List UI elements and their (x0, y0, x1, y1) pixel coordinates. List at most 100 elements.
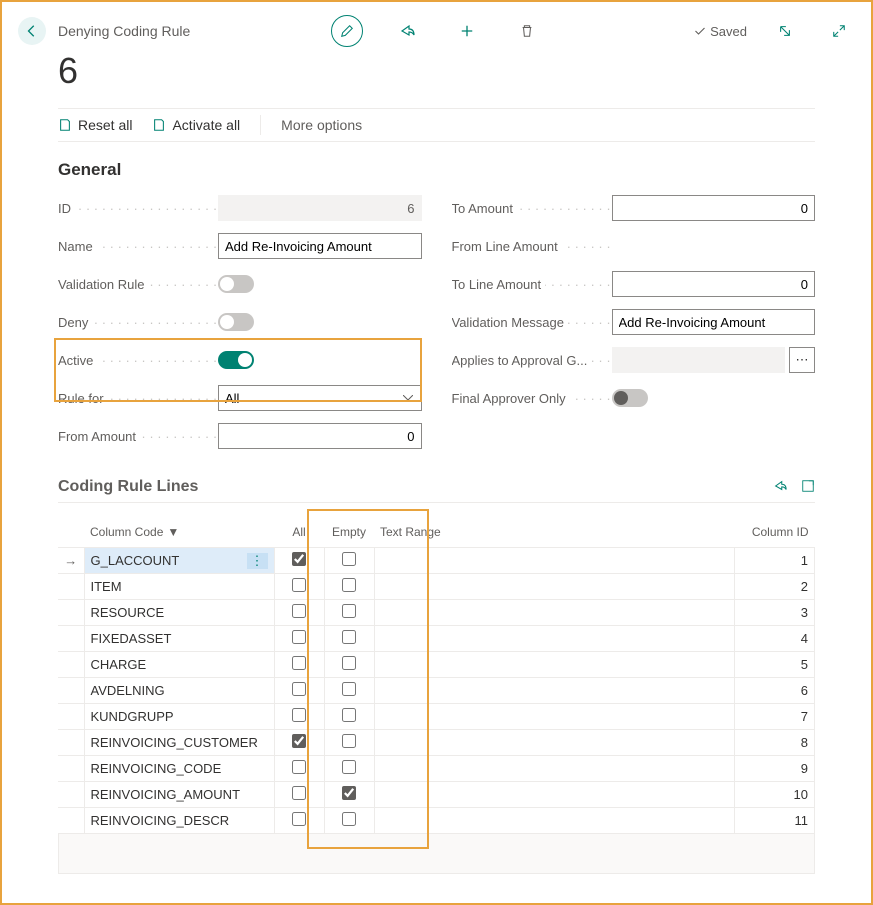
lines-share-button[interactable] (773, 479, 787, 496)
cell-empty[interactable] (324, 600, 374, 626)
empty-checkbox[interactable] (342, 656, 356, 670)
lines-expand-button[interactable] (801, 479, 815, 496)
cell-code[interactable]: REINVOICING_CODE (84, 756, 274, 782)
cell-empty[interactable] (324, 652, 374, 678)
cell-empty[interactable] (324, 730, 374, 756)
table-row[interactable]: FIXEDASSET4 (58, 626, 815, 652)
table-row[interactable]: REINVOICING_DESCR11 (58, 808, 815, 834)
deny-toggle[interactable] (218, 313, 254, 331)
cell-range[interactable] (374, 626, 735, 652)
delete-button[interactable] (511, 15, 543, 47)
all-checkbox[interactable] (292, 656, 306, 670)
final-approver-toggle[interactable] (612, 389, 648, 407)
row-menu-button[interactable]: ⋮ (247, 553, 268, 569)
table-row[interactable]: REINVOICING_AMOUNT10 (58, 782, 815, 808)
cell-range[interactable] (374, 548, 735, 574)
from-line-amount-field[interactable] (612, 233, 816, 259)
col-id[interactable]: Column ID (735, 517, 815, 548)
empty-checkbox[interactable] (342, 630, 356, 644)
to-line-amount-field[interactable] (612, 271, 816, 297)
col-code[interactable]: Column Code▼ (84, 517, 274, 548)
cell-code[interactable]: KUNDGRUPP (84, 704, 274, 730)
empty-checkbox[interactable] (342, 578, 356, 592)
col-range[interactable]: Text Range (374, 517, 735, 548)
table-row[interactable]: KUNDGRUPP7 (58, 704, 815, 730)
cell-range[interactable] (374, 808, 735, 834)
cell-all[interactable] (274, 548, 324, 574)
activate-all-button[interactable]: Activate all (152, 117, 240, 133)
cell-code[interactable]: REINVOICING_DESCR (84, 808, 274, 834)
cell-range[interactable] (374, 600, 735, 626)
cell-range[interactable] (374, 678, 735, 704)
cell-code[interactable]: AVDELNING (84, 678, 274, 704)
edit-button[interactable] (331, 15, 363, 47)
popout-button[interactable] (769, 15, 801, 47)
applies-to-lookup-button[interactable]: ⋯ (789, 347, 815, 373)
table-row[interactable]: RESOURCE3 (58, 600, 815, 626)
cell-all[interactable] (274, 756, 324, 782)
cell-empty[interactable] (324, 808, 374, 834)
cell-code[interactable]: REINVOICING_AMOUNT (84, 782, 274, 808)
cell-empty[interactable] (324, 574, 374, 600)
col-all[interactable]: All (274, 517, 324, 548)
cell-code[interactable]: G_LACCOUNT⋮ (84, 548, 274, 574)
cell-empty[interactable] (324, 756, 374, 782)
reset-all-button[interactable]: Reset all (58, 117, 132, 133)
cell-code[interactable]: REINVOICING_CUSTOMER (84, 730, 274, 756)
expand-button[interactable] (823, 15, 855, 47)
empty-checkbox[interactable] (342, 760, 356, 774)
share-button[interactable] (391, 15, 423, 47)
empty-checkbox[interactable] (342, 812, 356, 826)
all-checkbox[interactable] (292, 552, 306, 566)
cell-code[interactable]: ITEM (84, 574, 274, 600)
table-row[interactable]: CHARGE5 (58, 652, 815, 678)
cell-code[interactable]: FIXEDASSET (84, 626, 274, 652)
empty-checkbox[interactable] (342, 604, 356, 618)
all-checkbox[interactable] (292, 786, 306, 800)
all-checkbox[interactable] (292, 812, 306, 826)
cell-empty[interactable] (324, 782, 374, 808)
cell-range[interactable] (374, 652, 735, 678)
cell-empty[interactable] (324, 678, 374, 704)
table-row[interactable]: →G_LACCOUNT⋮1 (58, 548, 815, 574)
table-row[interactable]: ITEM2 (58, 574, 815, 600)
cell-range[interactable] (374, 704, 735, 730)
back-button[interactable] (18, 17, 46, 45)
more-options-button[interactable]: More options (281, 117, 362, 133)
empty-checkbox[interactable] (342, 786, 356, 800)
cell-range[interactable] (374, 782, 735, 808)
table-row[interactable]: REINVOICING_CUSTOMER8 (58, 730, 815, 756)
cell-all[interactable] (274, 782, 324, 808)
validation-message-field[interactable] (612, 309, 816, 335)
col-empty[interactable]: Empty (324, 517, 374, 548)
table-row[interactable]: AVDELNING6 (58, 678, 815, 704)
name-field[interactable] (218, 233, 422, 259)
cell-range[interactable] (374, 756, 735, 782)
all-checkbox[interactable] (292, 578, 306, 592)
empty-checkbox[interactable] (342, 552, 356, 566)
all-checkbox[interactable] (292, 760, 306, 774)
cell-code[interactable]: RESOURCE (84, 600, 274, 626)
active-toggle[interactable] (218, 351, 254, 369)
cell-all[interactable] (274, 678, 324, 704)
validation-rule-toggle[interactable] (218, 275, 254, 293)
to-amount-field[interactable] (612, 195, 816, 221)
rule-for-select[interactable]: All (218, 385, 422, 411)
applies-to-field[interactable] (612, 347, 786, 373)
new-button[interactable] (451, 15, 483, 47)
from-amount-field[interactable] (218, 423, 422, 449)
cell-range[interactable] (374, 574, 735, 600)
cell-all[interactable] (274, 574, 324, 600)
all-checkbox[interactable] (292, 708, 306, 722)
cell-code[interactable]: CHARGE (84, 652, 274, 678)
empty-checkbox[interactable] (342, 708, 356, 722)
cell-all[interactable] (274, 652, 324, 678)
all-checkbox[interactable] (292, 734, 306, 748)
cell-range[interactable] (374, 730, 735, 756)
cell-all[interactable] (274, 730, 324, 756)
empty-checkbox[interactable] (342, 734, 356, 748)
cell-all[interactable] (274, 626, 324, 652)
all-checkbox[interactable] (292, 630, 306, 644)
cell-empty[interactable] (324, 548, 374, 574)
table-row[interactable]: REINVOICING_CODE9 (58, 756, 815, 782)
